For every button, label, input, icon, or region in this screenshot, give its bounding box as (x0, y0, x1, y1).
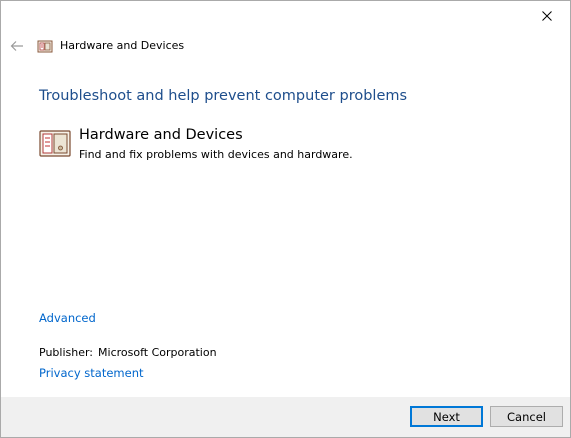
item-title: Hardware and Devices (79, 127, 243, 143)
hardware-devices-icon (37, 40, 53, 53)
privacy-statement-link[interactable]: Privacy statement (39, 366, 144, 380)
close-icon (542, 11, 552, 21)
publisher-value: Microsoft Corporation (98, 346, 217, 359)
titlebar-title: Hardware and Devices (60, 39, 185, 52)
publisher-label: Publisher: (39, 346, 94, 359)
hardware-devices-icon (39, 130, 71, 157)
troubleshooter-window: Hardware and Devices Troubleshoot and he… (0, 0, 571, 438)
advanced-link[interactable]: Advanced (39, 311, 96, 325)
item-description: Find and fix problems with devices and h… (79, 148, 353, 161)
footer-bar: Next Cancel (1, 397, 570, 437)
next-button[interactable]: Next (410, 406, 483, 427)
publisher-info: Publisher: Microsoft Corporation (39, 346, 217, 359)
back-button[interactable] (7, 37, 27, 55)
back-arrow-icon (10, 41, 23, 51)
page-heading: Troubleshoot and help prevent computer p… (39, 88, 408, 104)
cancel-button[interactable]: Cancel (490, 406, 563, 427)
close-button[interactable] (524, 1, 570, 31)
